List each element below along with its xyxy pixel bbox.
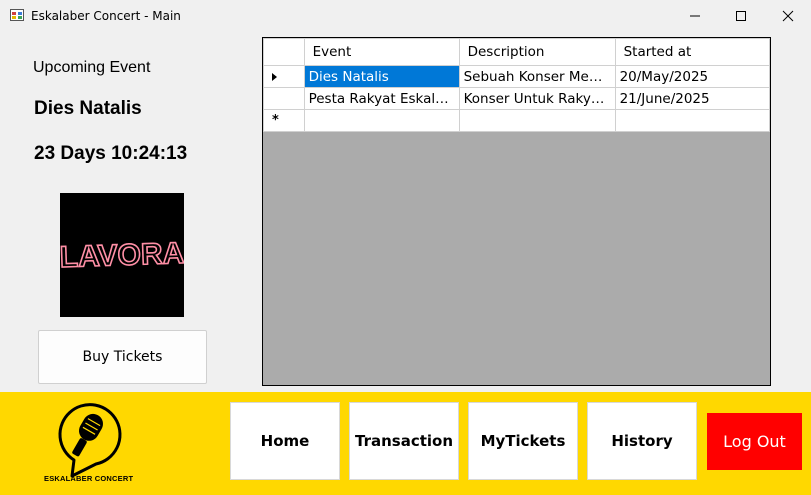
minimize-icon xyxy=(690,15,700,17)
close-icon xyxy=(782,10,794,22)
maximize-icon xyxy=(736,11,746,21)
table-row[interactable]: Pesta Rakyat Eskala… Konser Untuk Rakyat… xyxy=(263,87,771,110)
countdown-timer: 23 Days 10:24:13 xyxy=(34,143,188,164)
grid-cell[interactable] xyxy=(614,109,771,132)
current-row-arrow-icon xyxy=(272,73,277,81)
minimize-button[interactable] xyxy=(672,0,718,32)
column-header-started-at[interactable]: Started at xyxy=(614,38,771,66)
grid-header-row: Event Description Started at xyxy=(263,38,771,66)
poster-text: LAVORA xyxy=(60,237,184,274)
event-poster: LAVORA xyxy=(60,193,184,317)
mytickets-button[interactable]: MyTickets xyxy=(468,402,578,480)
column-header-description[interactable]: Description xyxy=(458,38,616,66)
logout-button[interactable]: Log Out xyxy=(707,413,802,470)
grid-cell[interactable]: Konser Untuk Rakyat… xyxy=(458,87,616,110)
grid-cell[interactable] xyxy=(458,109,616,132)
table-row[interactable]: Dies Natalis Sebuah Konser Mem… 20/May/2… xyxy=(263,65,771,88)
row-header-corner xyxy=(263,38,305,66)
new-row-asterisk-icon: * xyxy=(272,113,279,128)
grid-cell[interactable]: 20/May/2025 xyxy=(614,65,771,88)
event-name: Dies Natalis xyxy=(34,98,142,119)
window-title: Eskalaber Concert - Main xyxy=(31,9,181,23)
new-row[interactable]: * xyxy=(263,109,771,132)
grid-cell[interactable]: 21/June/2025 xyxy=(614,87,771,110)
maximize-button[interactable] xyxy=(718,0,764,32)
grid-cell[interactable] xyxy=(303,109,460,132)
grid-cell[interactable]: Pesta Rakyat Eskala… xyxy=(303,87,460,110)
upcoming-heading: Upcoming Event xyxy=(33,59,151,76)
transaction-button[interactable]: Transaction xyxy=(349,402,459,480)
app-icon xyxy=(10,9,24,21)
title-bar: Eskalaber Concert - Main xyxy=(0,0,811,32)
history-button[interactable]: History xyxy=(587,402,697,480)
events-grid[interactable]: Event Description Started at Dies Natali… xyxy=(262,37,771,386)
column-header-event[interactable]: Event xyxy=(303,38,460,66)
grid-cell[interactable]: Dies Natalis xyxy=(303,65,460,88)
close-button[interactable] xyxy=(765,0,811,32)
grid-cell[interactable]: Sebuah Konser Mem… xyxy=(458,65,616,88)
row-header[interactable] xyxy=(263,65,305,88)
home-button[interactable]: Home xyxy=(230,402,340,480)
brand-name: ESKALABER CONCERT xyxy=(44,474,134,483)
row-header[interactable]: * xyxy=(263,109,305,132)
row-header[interactable] xyxy=(263,87,305,110)
buy-tickets-button[interactable]: Buy Tickets xyxy=(38,330,207,384)
